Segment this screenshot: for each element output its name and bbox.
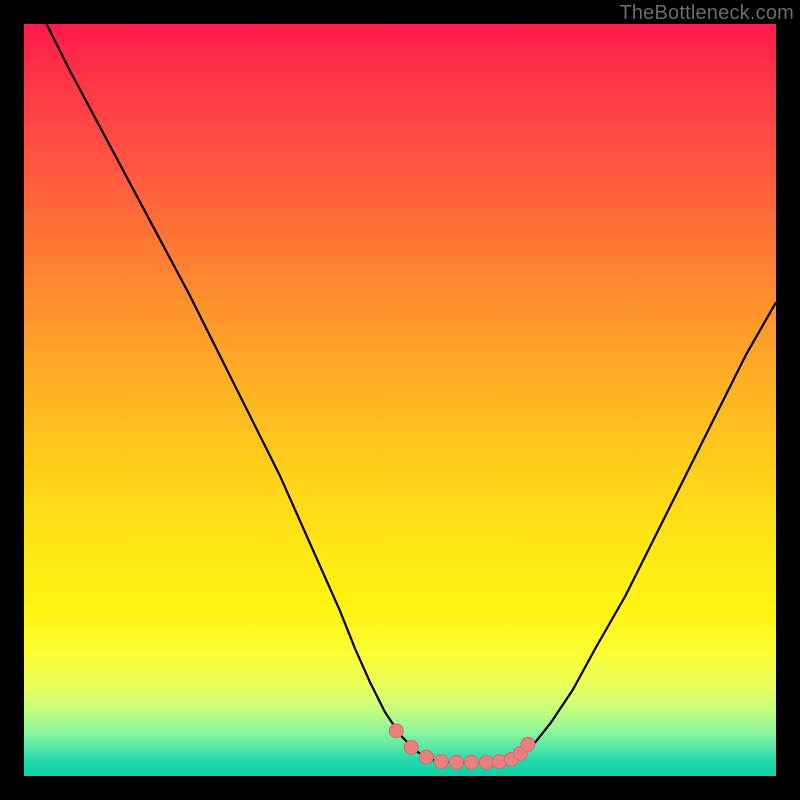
curve-marker [464,755,478,769]
curve-marker [521,737,535,751]
curve-marker [434,755,448,769]
bottleneck-curve [47,24,776,762]
curve-marker [404,740,418,754]
curve-marker [449,755,463,769]
curve-marker [479,755,493,769]
plot-area [24,24,776,776]
curve-marker [389,724,403,738]
outer-frame: TheBottleneck.com [0,0,800,800]
watermark-text: TheBottleneck.com [619,2,794,25]
curve-layer [24,24,776,776]
curve-marker [419,750,433,764]
